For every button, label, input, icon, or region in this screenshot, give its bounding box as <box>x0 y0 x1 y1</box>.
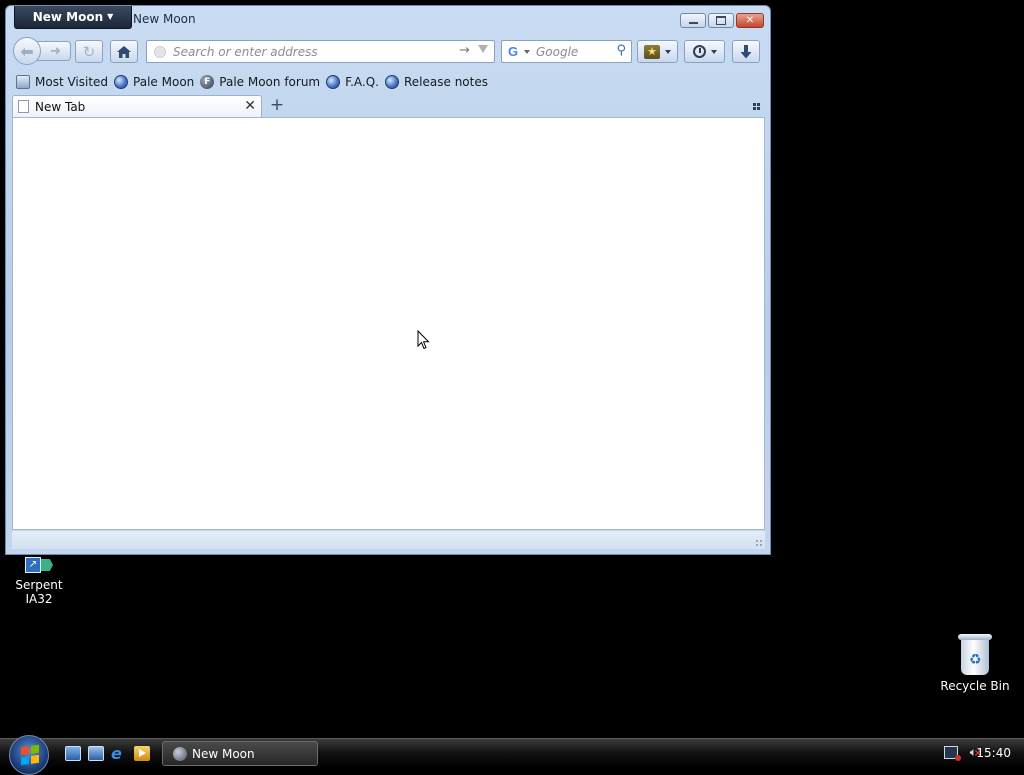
desktop-icon-label: Recycle Bin <box>940 679 1010 693</box>
history-button[interactable] <box>684 40 725 63</box>
bookmark-label: Pale Moon forum <box>219 75 321 89</box>
search-magnifier-icon[interactable]: ⚲ <box>616 43 626 58</box>
window-controls: ✕ <box>680 13 764 28</box>
maximize-icon <box>716 16 726 25</box>
chevron-down-icon <box>710 49 717 54</box>
minimize-button[interactable] <box>680 13 706 28</box>
start-button[interactable] <box>9 735 49 775</box>
browser-window: New Moon▼ New Moon ✕ ➜ ⬅ ↻ → <box>5 5 771 555</box>
desktop-icon-label: Serpent IA32 <box>15 578 63 606</box>
resize-grip-icon[interactable] <box>755 539 763 547</box>
show-desktop-icon[interactable] <box>65 746 81 761</box>
bookmarks-star-icon: ★ <box>644 44 660 59</box>
bookmark-release-notes[interactable]: Release notes <box>385 75 488 89</box>
forum-icon: F <box>200 75 215 89</box>
back-forward-group: ➜ ⬅ <box>13 37 71 65</box>
address-bar[interactable]: → <box>146 40 495 63</box>
bookmark-pale-moon-forum[interactable]: F Pale Moon forum <box>200 75 320 89</box>
media-player-icon[interactable] <box>134 746 150 761</box>
chevron-down-icon: ▼ <box>107 12 114 21</box>
new-tab-button[interactable]: + <box>267 97 287 115</box>
back-icon: ⬅ <box>20 41 34 61</box>
site-identity-icon <box>154 46 166 58</box>
tab-label: New Tab <box>35 100 86 114</box>
plus-icon: + <box>269 95 285 115</box>
chevron-down-icon <box>665 49 671 54</box>
home-button[interactable] <box>110 40 138 63</box>
downloads-button[interactable] <box>732 40 760 63</box>
system-tray: 🔈︎ 15:40 <box>924 739 1024 768</box>
bookmark-pale-moon[interactable]: Pale Moon <box>114 75 194 89</box>
engine-dropdown-icon[interactable] <box>524 50 530 54</box>
globe-icon <box>385 75 399 89</box>
back-button[interactable]: ⬅ <box>13 37 41 65</box>
go-arrow-icon[interactable]: → <box>459 43 470 58</box>
bookmark-label: Most Visited <box>35 75 109 89</box>
bookmarks-menu-button[interactable]: ★ <box>637 40 678 63</box>
search-input[interactable] <box>536 44 606 60</box>
clock[interactable]: 15:40 <box>976 746 1011 760</box>
bookmark-most-visited[interactable]: Most Visited <box>16 75 108 89</box>
windows-logo-icon <box>21 744 39 766</box>
taskbar-button-new-moon[interactable]: New Moon <box>162 741 318 766</box>
history-clock-icon <box>692 45 706 58</box>
bookmark-label: Release notes <box>404 75 488 89</box>
reload-button[interactable]: ↻ <box>75 40 103 63</box>
status-bar <box>12 531 765 549</box>
taskbar-button-label: New Moon <box>192 747 255 761</box>
close-tab-icon[interactable]: ✕ <box>244 98 256 114</box>
globe-icon <box>326 75 341 89</box>
taskbar: e New Moon 🔈︎ 15:40 <box>0 735 1024 775</box>
reload-icon: ↻ <box>82 42 96 61</box>
navigation-toolbar: ➜ ⬅ ↻ → G ⚲ ★ <box>6 36 770 68</box>
window-title: New Moon <box>133 12 196 26</box>
tab-strip: New Tab ✕ + <box>6 94 770 117</box>
shortcut-icon: ↗ <box>25 557 53 575</box>
address-input[interactable] <box>173 44 443 60</box>
downloads-arrow-icon <box>740 44 752 58</box>
page-content[interactable] <box>12 117 765 530</box>
close-icon: ✕ <box>745 15 755 26</box>
most-visited-icon <box>16 75 30 89</box>
recycle-bin-icon: ♻ <box>958 632 992 676</box>
bookmark-label: Pale Moon <box>133 75 195 89</box>
bookmarks-toolbar: Most Visited Pale Moon F Pale Moon forum… <box>6 70 770 94</box>
desktop-icon-serpent[interactable]: ↗ Serpent IA32 <box>2 557 76 606</box>
title-bar[interactable]: New Moon ▼ New Moon ✕ <box>6 6 770 36</box>
search-bar[interactable]: G ⚲ <box>501 40 632 63</box>
bookmark-label: F.A.Q. <box>345 75 379 89</box>
globe-icon <box>114 75 129 89</box>
google-icon[interactable]: G <box>508 44 518 59</box>
page-icon <box>18 100 29 113</box>
new-moon-app-icon <box>173 747 187 761</box>
minimize-icon <box>688 22 698 24</box>
app-menu-button[interactable]: New Moon ▼ <box>14 6 132 29</box>
switch-windows-icon[interactable] <box>88 746 104 761</box>
url-dropdown-icon[interactable] <box>478 45 488 53</box>
network-icon[interactable] <box>944 746 961 761</box>
forward-icon: ➜ <box>50 43 61 59</box>
tab-new-tab[interactable]: New Tab ✕ <box>12 95 262 117</box>
list-all-tabs-button[interactable] <box>753 103 760 110</box>
close-window-button[interactable]: ✕ <box>736 13 764 28</box>
app-menu-label: New Moon <box>32 10 104 24</box>
bookmark-faq[interactable]: F.A.Q. <box>326 75 379 89</box>
desktop-icon-recycle-bin[interactable]: ♻ Recycle Bin <box>938 632 1012 693</box>
maximize-button[interactable] <box>708 13 734 28</box>
home-icon <box>117 45 131 58</box>
internet-explorer-icon[interactable]: e <box>111 746 127 762</box>
